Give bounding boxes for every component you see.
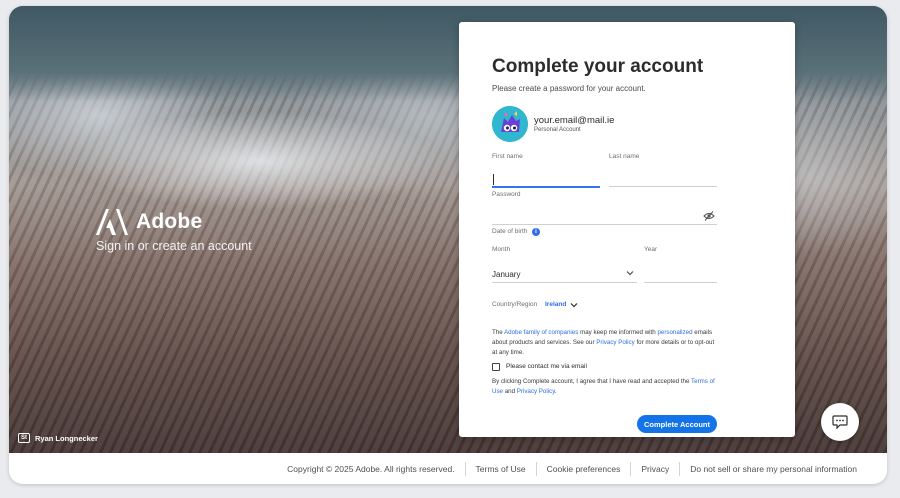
brand-tagline: Sign in or create an account	[96, 239, 252, 253]
last-name-underline	[609, 186, 717, 187]
adobe-family-link[interactable]: Adobe family of companies	[504, 329, 578, 336]
personalized-link[interactable]: personalized	[657, 329, 692, 336]
terms-text: By clicking Complete account, I agree th…	[492, 377, 718, 397]
account-form-card: Complete your account Please create a pa…	[459, 22, 795, 437]
app-frame: Adobe Sign in or create an account St Ry…	[9, 6, 887, 484]
chevron-down-icon[interactable]	[626, 270, 634, 276]
chevron-down-icon[interactable]	[570, 302, 578, 308]
terms-text-part: and	[503, 388, 517, 395]
privacy-policy-link[interactable]: Privacy Policy	[596, 339, 635, 346]
terms-text-part: .	[554, 388, 557, 395]
photo-credit[interactable]: St Ryan Longnecker	[18, 433, 98, 443]
text-caret	[493, 174, 494, 185]
first-name-underline	[492, 186, 600, 188]
footer-terms-link[interactable]: Terms of Use	[466, 464, 536, 474]
password-input[interactable]	[492, 209, 697, 222]
month-underline	[492, 282, 637, 283]
brand-block: Adobe Sign in or create an account	[96, 209, 252, 253]
consent-text-part: may keep me informed with	[578, 329, 658, 336]
footer: Copyright © 2025 Adobe. All rights reser…	[9, 453, 887, 484]
stock-badge-icon: St	[18, 433, 30, 443]
last-name-label: Last name	[609, 153, 640, 160]
page-subtitle: Please create a password for your accoun…	[492, 84, 646, 93]
password-label: Password	[492, 191, 521, 198]
year-underline	[644, 282, 717, 283]
footer-privacy-link[interactable]: Privacy	[631, 464, 679, 474]
info-icon[interactable]: i	[532, 228, 540, 236]
complete-account-button[interactable]: Complete Account	[637, 415, 717, 433]
contact-email-checkbox[interactable]	[492, 363, 500, 371]
dob-label: Date of birth	[492, 228, 528, 235]
account-type: Personal Account	[534, 127, 581, 133]
chat-bubble-icon	[832, 415, 848, 429]
consent-text-part: The	[492, 329, 505, 336]
photo-credit-name: Ryan Longnecker	[35, 433, 98, 443]
footer-copyright: Copyright © 2025 Adobe. All rights reser…	[287, 463, 455, 474]
terms-privacy-policy-link[interactable]: Privacy Policy	[517, 388, 555, 395]
page-title: Complete your account	[492, 56, 704, 77]
chat-button[interactable]	[821, 403, 859, 441]
last-name-input[interactable]	[609, 172, 715, 185]
avatar-illustration-icon	[492, 106, 528, 142]
year-input[interactable]	[644, 267, 714, 280]
eye-slash-icon[interactable]	[703, 211, 715, 221]
account-email: your.email@mail.ie	[534, 115, 615, 126]
first-name-input[interactable]	[492, 172, 598, 185]
first-name-label: First name	[492, 153, 523, 160]
year-label: Year	[644, 246, 658, 253]
adobe-logo-icon	[96, 209, 128, 235]
terms-text-part: By clicking Complete account, I agree th…	[492, 378, 692, 385]
consent-text: The Adobe family of companies may keep m…	[492, 328, 718, 358]
country-select[interactable]: Ireland	[545, 301, 566, 308]
country-label: Country/Region	[492, 301, 538, 308]
avatar	[492, 106, 528, 142]
month-label: Month	[492, 246, 511, 253]
brand-row: Adobe	[96, 209, 252, 235]
password-underline	[492, 224, 717, 225]
month-select[interactable]: January	[492, 270, 520, 279]
contact-email-label[interactable]: Please contact me via email	[506, 363, 587, 370]
brand-name: Adobe	[136, 210, 203, 233]
footer-cookie-link[interactable]: Cookie preferences	[537, 464, 631, 474]
footer-do-not-sell-link[interactable]: Do not sell or share my personal informa…	[680, 464, 867, 474]
